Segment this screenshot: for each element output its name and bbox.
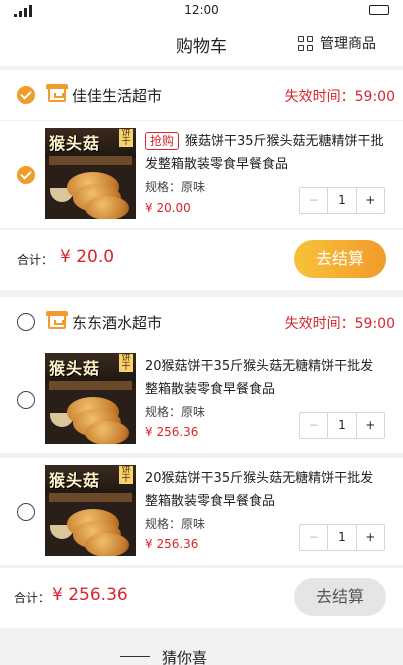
item-select-checkbox[interactable] [17,166,35,184]
status-time: 12:00 [184,3,219,17]
manage-goods-button[interactable]: 管理商品 [298,33,376,53]
store-name[interactable]: 东东酒水超市 [72,312,162,333]
product-name[interactable]: 抢购 猴菇饼干35斤猴头菇无糖精饼干批发整箱散装零食早餐食品 [145,130,385,176]
quantity-value[interactable]: 1 [328,525,355,550]
shop-icon [46,311,68,329]
product-price: ¥ 256.36 [145,537,199,551]
store-total-bar: 合计： ¥ 256.36 去结算 [0,568,403,628]
item-select-checkbox[interactable] [17,391,35,409]
product-price: ¥ 256.36 [145,425,199,439]
increase-button[interactable]: + [355,188,384,213]
item-select-checkbox[interactable] [17,503,35,521]
product-name[interactable]: 20猴菇饼干35斤猴头菇无糖精饼干批发整箱散装零食早餐食品 [145,467,385,513]
total-amount: ¥ 20.0 [60,247,115,267]
quantity-value[interactable]: 1 [328,188,355,213]
quantity-stepper: − 1 + [299,524,385,551]
recommendations-title: 猜你喜 [162,649,208,665]
grid-icon [298,35,313,51]
flash-sale-badge: 抢购 [145,132,180,150]
quantity-value[interactable]: 1 [328,413,355,438]
product-name[interactable]: 20猴菇饼干35斤猴头菇无糖精饼干批发整箱散装零食早餐食品 [145,355,385,401]
product-spec: 规格：原味 [145,405,206,419]
status-bar: 12:00 [0,0,403,22]
product-spec: 规格：原味 [145,180,206,194]
expire-time: 失效时间：59:00 [284,316,395,332]
cart-item: 猴头菇 饼干 20猴菇饼干35斤猴头菇无糖精饼干批发整箱散装零食早餐食品 规格：… [0,346,403,453]
store-select-checkbox[interactable] [17,313,35,331]
increase-button[interactable]: + [355,413,384,438]
store-header: 佳佳生活超市 失效时间：59:00 [0,70,403,120]
decrease-button[interactable]: − [300,525,329,550]
store-select-checkbox[interactable] [17,86,35,104]
total-label: 合计： [17,253,54,267]
store-total-bar: 合计： ¥ 20.0 去结算 [0,230,403,290]
product-image[interactable]: 猴头菇 饼干 [45,465,136,556]
manage-goods-label: 管理商品 [320,36,376,52]
decrease-button[interactable]: − [300,413,329,438]
store-name[interactable]: 佳佳生活超市 [72,85,162,106]
battery-icon [369,5,389,15]
recommendations-header: 猜你喜 [0,640,403,665]
quantity-stepper: − 1 + [299,412,385,439]
cart-item: 猴头菇 饼干 20猴菇饼干35斤猴头菇无糖精饼干批发整箱散装零食早餐食品 规格：… [0,458,403,565]
checkout-button[interactable]: 去结算 [294,578,386,616]
page-header: 购物车 管理商品 [0,22,403,66]
increase-button[interactable]: + [355,525,384,550]
expire-time: 失效时间：59:00 [284,89,395,105]
decrease-button[interactable]: − [300,188,329,213]
divider [120,656,150,657]
shop-icon [46,84,68,102]
checkout-button[interactable]: 去结算 [294,240,386,278]
cart-item: 猴头菇 饼干 抢购 猴菇饼干35斤猴头菇无糖精饼干批发整箱散装零食早餐食品 规格：… [0,121,403,228]
product-price: ¥ 20.00 [145,201,191,215]
product-spec: 规格：原味 [145,517,206,531]
quantity-stepper: − 1 + [299,187,385,214]
store-header: 东东酒水超市 失效时间：59:00 [0,297,403,347]
product-image[interactable]: 猴头菇 饼干 [45,353,136,444]
total-amount: ¥ 256.36 [52,585,128,605]
product-image[interactable]: 猴头菇 饼干 [45,128,136,219]
total-label: 合计： [14,591,51,605]
